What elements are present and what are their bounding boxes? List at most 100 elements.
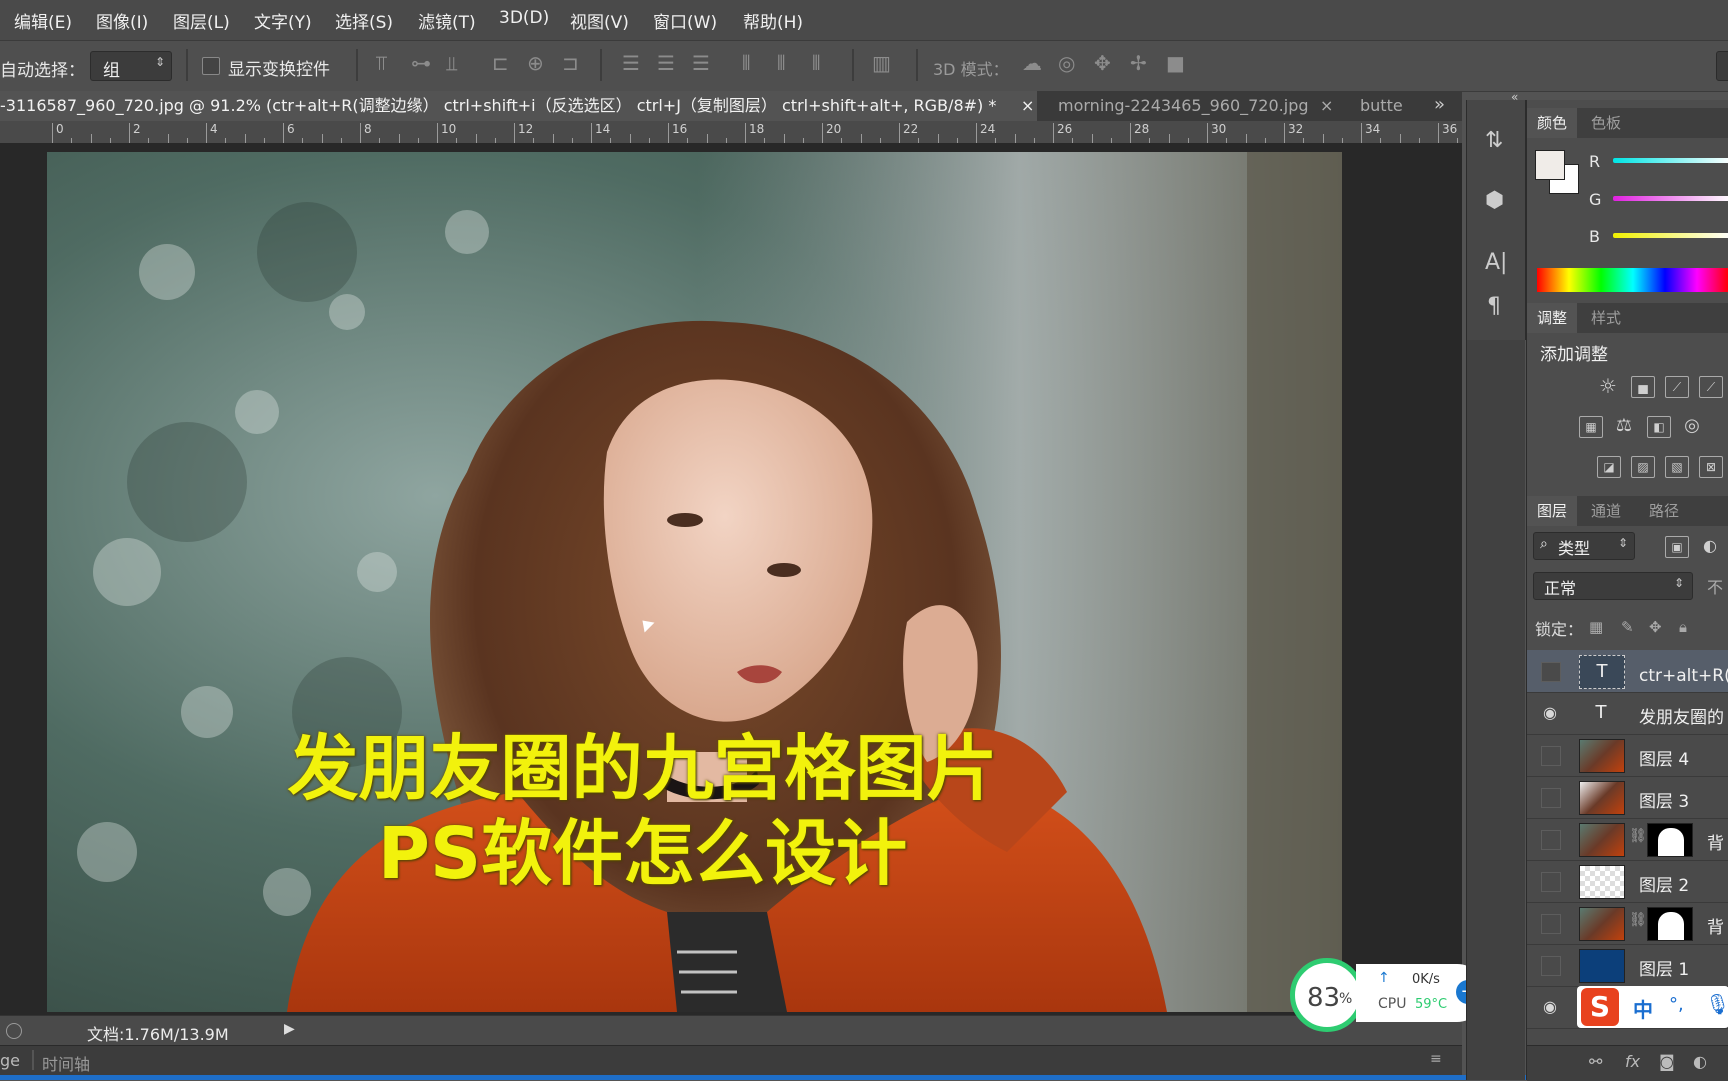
3d-slide-icon[interactable]: ✢ [1130, 51, 1147, 75]
ime-punctuation[interactable]: °, [1669, 994, 1684, 1015]
tabs-overflow-icon[interactable]: » [1434, 94, 1445, 115]
layer-row[interactable]: 图层 2 [1527, 860, 1728, 903]
visibility-toggle[interactable] [1541, 872, 1561, 892]
invert-icon[interactable]: ◪ [1597, 456, 1621, 478]
tab-layers[interactable]: 图层 [1527, 496, 1578, 526]
visibility-toggle[interactable] [1541, 956, 1561, 976]
tab-morning[interactable]: morning-2243465_960_720.jpg × [1040, 91, 1345, 121]
fx-icon[interactable]: fx [1625, 1052, 1640, 1071]
tab-active-document[interactable]: -3116587_960_720.jpg @ 91.2% (ctr+alt+R(… [0, 91, 1037, 121]
align-hcenter-icon[interactable]: ⊕ [527, 51, 544, 75]
menu-view[interactable]: 视图(V) [570, 8, 629, 33]
distribute-right-icon[interactable]: ⫴ [812, 51, 820, 75]
close-icon[interactable]: × [1320, 91, 1333, 121]
b-slider[interactable] [1613, 233, 1728, 238]
lock-all-icon[interactable]: 🔒︎ [1679, 618, 1687, 636]
microphone-icon[interactable]: 🎙︎ [1705, 992, 1728, 1016]
visibility-toggle[interactable] [1541, 914, 1561, 934]
character-icon[interactable]: A| [1485, 250, 1507, 275]
layer-filter-dropdown[interactable]: ⌕ 类型 ⇕ [1533, 532, 1635, 560]
link-icon[interactable]: ⛓ [1629, 828, 1647, 844]
ime-toolbar[interactable]: S 中 °, 🎙︎ [1577, 986, 1728, 1028]
selective-color-icon[interactable]: ⊠ [1699, 456, 1723, 478]
panel-menu-icon[interactable]: ≡ [1430, 1051, 1442, 1067]
layer-row[interactable]: 图层 3 [1527, 776, 1728, 819]
ime-chinese-mode[interactable]: 中 [1633, 994, 1653, 1023]
align-top-icon[interactable]: ⫪ [376, 51, 387, 75]
tab-butte[interactable]: butte [1348, 91, 1408, 121]
tab-styles[interactable]: 样式 [1581, 303, 1631, 333]
menu-filter[interactable]: 滤镜(T) [418, 8, 476, 33]
visibility-toggle[interactable] [1541, 746, 1561, 766]
menu-3d[interactable]: 3D(D) [499, 8, 549, 28]
curves-icon[interactable]: ⟋ [1665, 376, 1689, 398]
new-adjustment-icon[interactable]: ◐ [1693, 1052, 1707, 1071]
align-left-icon[interactable]: ⊏ [492, 51, 509, 75]
black-white-icon[interactable]: ◧ [1647, 416, 1671, 438]
tab-adjustments[interactable]: 调整 [1527, 303, 1578, 333]
history-icon[interactable]: ⇅ [1485, 128, 1503, 153]
r-slider[interactable] [1613, 158, 1728, 163]
align-bottom-icon[interactable]: ⫫ [446, 51, 457, 75]
menu-edit[interactable]: 编辑(E) [14, 8, 72, 33]
filter-adjustment-icon[interactable]: ◐ [1699, 536, 1721, 556]
blend-mode-dropdown[interactable]: 正常 ⇕ [1533, 572, 1693, 600]
paragraph-icon[interactable]: ¶ [1487, 294, 1501, 319]
distribute-bottom-icon[interactable]: ☰ [692, 51, 710, 75]
brightness-icon[interactable]: ☼ [1597, 376, 1619, 396]
posterize-icon[interactable]: ▨ [1631, 456, 1655, 478]
distribute-top-icon[interactable]: ☰ [622, 51, 640, 75]
tab-channels[interactable]: 通道 [1581, 496, 1631, 526]
distribute-hcenter-icon[interactable]: ⫴ [777, 51, 785, 75]
3d-camera-icon[interactable]: ■ [1166, 51, 1185, 75]
align-vcenter-icon[interactable]: ⊶ [411, 51, 431, 75]
lock-brush-icon[interactable]: ✎ [1621, 618, 1634, 636]
link-icon[interactable]: ⛓ [1629, 912, 1647, 928]
layer-row[interactable]: ⛓ 背 [1527, 902, 1728, 945]
distribute-left-icon[interactable]: ⫴ [742, 51, 750, 75]
menu-layer[interactable]: 图层(L) [173, 8, 230, 33]
workspace-button[interactable] [1716, 51, 1728, 81]
tab-paths[interactable]: 路径 [1639, 496, 1689, 526]
close-icon[interactable]: × [1021, 91, 1034, 121]
status-icon[interactable] [6, 1023, 22, 1039]
vibrance-icon[interactable]: ▦ [1579, 416, 1603, 438]
3d-cube-icon[interactable]: ⬢ [1485, 188, 1504, 213]
visibility-toggle[interactable] [1541, 788, 1561, 808]
collapse-arrows-icon[interactable]: « [1511, 90, 1518, 104]
menu-type[interactable]: 文字(Y) [254, 8, 312, 33]
distribute-vcenter-icon[interactable]: ☰ [657, 51, 675, 75]
g-slider[interactable] [1613, 196, 1728, 201]
menu-window[interactable]: 窗口(W) [653, 8, 717, 33]
layer-row[interactable]: 图层 4 [1527, 734, 1728, 777]
lock-transparency-icon[interactable]: ▦ [1589, 618, 1603, 636]
lock-move-icon[interactable]: ✥ [1649, 618, 1662, 636]
add-mask-icon[interactable]: ◙ [1659, 1052, 1675, 1071]
exposure-icon[interactable]: ⟋ [1699, 376, 1723, 398]
align-right-icon[interactable]: ⊐ [562, 51, 579, 75]
filter-pixel-icon[interactable]: ▣ [1665, 536, 1689, 558]
photo-filter-icon[interactable]: ◎ [1681, 416, 1703, 436]
menu-help[interactable]: 帮助(H) [743, 8, 803, 33]
menu-image[interactable]: 图像(I) [96, 8, 148, 33]
auto-select-dropdown[interactable]: 组 ⇕ [90, 51, 172, 81]
levels-icon[interactable]: ▅ [1631, 376, 1655, 398]
color-balance-icon[interactable]: ⚖ [1613, 416, 1635, 436]
layer-row[interactable]: 图层 1 [1527, 944, 1728, 987]
layer-row[interactable]: ◉ T 发朋友圈的 [1527, 692, 1728, 735]
timeline-tab[interactable]: 时间轴 [42, 1051, 90, 1075]
tab-swatches[interactable]: 色板 [1581, 108, 1631, 138]
eye-icon[interactable]: ◉ [1541, 704, 1559, 722]
auto-align-icon[interactable]: ▥ [872, 51, 891, 75]
color-spectrum-ramp[interactable] [1537, 268, 1728, 292]
3d-orbit-icon[interactable]: ☁ [1022, 51, 1042, 75]
gradient-map-icon[interactable]: ▧ [1665, 456, 1689, 478]
visibility-toggle[interactable] [1541, 662, 1561, 682]
show-transform-checkbox[interactable] [202, 57, 220, 75]
tab-color[interactable]: 颜色 [1527, 108, 1578, 138]
visibility-toggle[interactable] [1541, 830, 1561, 850]
eye-icon[interactable]: ◉ [1541, 998, 1559, 1016]
3d-pan-icon[interactable]: ✥ [1094, 51, 1111, 75]
menu-select[interactable]: 选择(S) [335, 8, 393, 33]
document-canvas[interactable]: 发朋友圈的九宫格图片 PS软件怎么设计 [47, 152, 1342, 1012]
